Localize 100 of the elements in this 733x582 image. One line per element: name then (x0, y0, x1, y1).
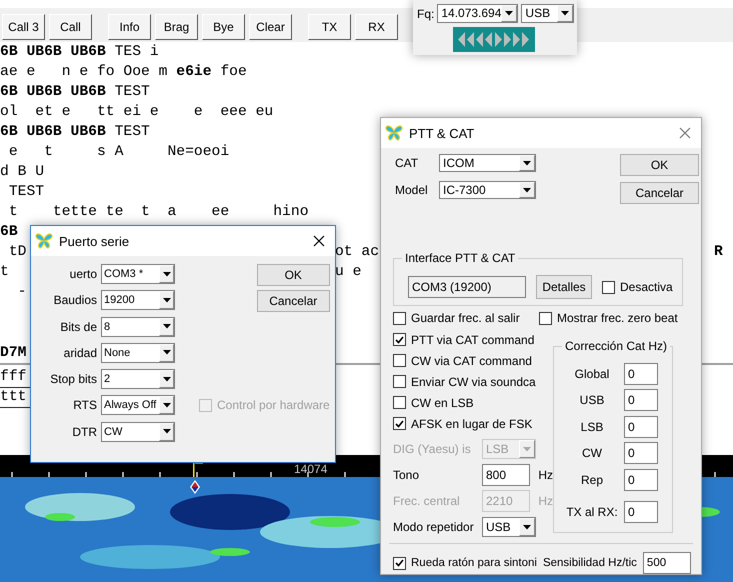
dropdown[interactable]: USB (482, 517, 536, 537)
dialog-button[interactable]: OK (620, 154, 699, 176)
checkbox-label: Control por hardware (217, 398, 330, 412)
caret-icon[interactable] (159, 344, 174, 362)
checkbox-label: PTT via CAT command (411, 332, 534, 346)
group-title: Interface PTT & CAT (402, 251, 518, 265)
received-text: ot ac (334, 244, 380, 260)
checkbox[interactable] (602, 280, 615, 294)
toolbar-button[interactable]: Call 3 (2, 14, 45, 40)
input-field[interactable]: COM3 (19200) (408, 276, 526, 298)
details-button[interactable]: Detalles (536, 275, 592, 299)
caret-icon[interactable] (519, 182, 535, 198)
received-text: ol et e tt ei e e eee eu (0, 104, 274, 120)
checkbox[interactable] (393, 354, 406, 367)
received-text: u e (334, 264, 362, 280)
checkbox[interactable] (393, 333, 406, 346)
field-label: TX al RX: (565, 504, 619, 519)
caret-icon[interactable] (501, 5, 518, 22)
checkbox[interactable] (393, 417, 406, 430)
input-field[interactable]: 0 (624, 442, 658, 464)
scale-label: 14074 (294, 464, 328, 474)
received-text: t tette te t a ee hino (8, 204, 309, 220)
caret-icon[interactable] (159, 422, 174, 441)
dropdown[interactable]: None (101, 342, 175, 363)
tick-mark (11, 472, 13, 477)
dropdown[interactable]: 2 (101, 369, 175, 390)
checkbox-label: AFSK en lugar de FSK (411, 416, 532, 430)
caret-icon[interactable] (159, 265, 174, 283)
dropdown[interactable]: 14.073.694 (437, 4, 518, 23)
received-text: ae e n e fo Ooe m e6ie foe (0, 64, 247, 80)
received-text: - (18, 284, 26, 300)
dropdown[interactable]: CW (101, 422, 175, 442)
dialog-title: PTT & CAT (409, 126, 476, 140)
checkbox-label: CW en LSB (411, 396, 474, 410)
dropdown[interactable]: ICOM (439, 154, 536, 172)
caret-icon[interactable] (557, 5, 573, 22)
toolbar-button[interactable]: RX (355, 14, 398, 40)
toolbar-button[interactable]: Bye (202, 14, 245, 40)
cursor-icon[interactable] (189, 480, 201, 494)
input-field[interactable]: 0 (624, 363, 658, 385)
received-text: t (0, 264, 9, 280)
dialog-button[interactable]: OK (256, 264, 330, 286)
field-label: Model (395, 183, 429, 197)
field-label: Modo repetidor (393, 520, 475, 534)
caret-icon[interactable] (159, 396, 174, 414)
field-label: DTR (71, 424, 97, 439)
tick-mark (233, 472, 235, 477)
input-field[interactable]: 500 (642, 552, 691, 574)
group-title: Corrección Cat Hz) (562, 339, 670, 353)
received-text: R (714, 244, 723, 260)
field-label: Bits de (59, 320, 97, 334)
input-field[interactable]: 800 (482, 464, 530, 486)
received-text: 6B UB6B UB6B TEST (0, 84, 150, 100)
checkbox-label: Desactiva (620, 280, 673, 294)
dialog-button[interactable]: Cancelar (256, 290, 330, 312)
input-field[interactable]: 0 (624, 468, 658, 491)
dialog-title: Puerto serie (59, 234, 130, 248)
dropdown[interactable]: 8 (101, 316, 175, 337)
input-field[interactable]: 0 (624, 500, 658, 523)
tick-mark (270, 472, 272, 477)
unit-label: Hz (538, 468, 553, 482)
checkbox[interactable] (539, 312, 552, 324)
input-field[interactable]: 0 (624, 416, 658, 438)
checkbox[interactable] (393, 396, 406, 409)
dropdown[interactable]: 19200 (101, 290, 175, 310)
dropdown[interactable]: Always Off (101, 395, 175, 416)
checkbox[interactable] (393, 312, 406, 324)
frequency-label: Fq: (417, 6, 434, 20)
caret-icon[interactable] (159, 291, 174, 310)
field-label: Rep (580, 472, 604, 487)
field-label: uerto (68, 267, 97, 281)
received-text: TEST (8, 184, 44, 200)
toolbar-button[interactable]: Call (49, 14, 92, 40)
received-text: 6B UB6B UB6B TES i (0, 44, 159, 60)
field-label: CAT (395, 156, 420, 170)
received-text: tD (8, 244, 26, 260)
checkbox[interactable] (393, 375, 406, 388)
toolbar-button[interactable]: Brag (155, 14, 198, 40)
butterfly-icon (35, 233, 53, 249)
toolbar-button[interactable]: Info (108, 14, 151, 40)
close-icon[interactable] (313, 235, 325, 247)
received-text: D7M (0, 345, 26, 361)
toolbar-button[interactable]: TX (308, 14, 351, 40)
dialog-button[interactable]: Cancelar (620, 182, 699, 204)
toolbar-button[interactable]: Clear (249, 14, 292, 40)
input-field[interactable]: 0 (624, 389, 658, 412)
field-label: Sensibilidad Hz/tic (542, 557, 637, 569)
dropdown[interactable]: COM3 * (101, 264, 175, 284)
caret-icon[interactable] (519, 518, 535, 536)
caret-icon[interactable] (159, 370, 174, 388)
checkbox[interactable] (393, 556, 406, 570)
caret-icon[interactable] (519, 155, 535, 171)
field-label: Baudios (52, 293, 97, 308)
tick-mark (344, 472, 346, 477)
caret-icon[interactable] (159, 318, 174, 336)
checkbox-label: Mostrar frec. zero beat (557, 311, 678, 325)
field-label: USB (578, 393, 606, 408)
dropdown[interactable]: IC-7300 (439, 181, 536, 199)
received-text: e t s A Ne=oeoi (8, 144, 230, 160)
dropdown[interactable]: USB (521, 4, 574, 23)
